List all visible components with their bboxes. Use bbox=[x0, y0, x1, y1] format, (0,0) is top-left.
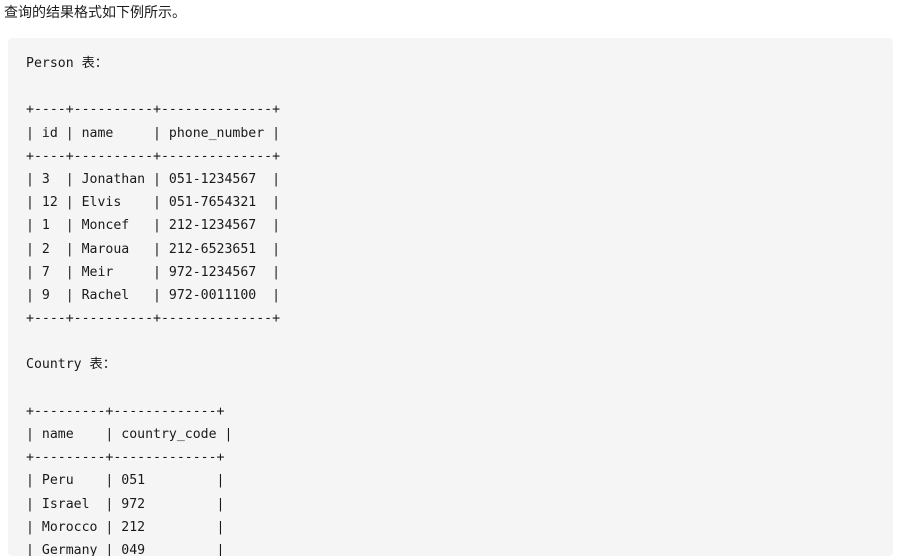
table-row: | 3 | Jonathan | 051-1234567 | bbox=[26, 171, 281, 187]
code-line-blank-3 bbox=[26, 377, 893, 400]
table-row: | 12 | Elvis | 051-7654321 | bbox=[26, 195, 281, 211]
table-row: | 1 | Moncef | 212-1234567 | bbox=[26, 218, 281, 234]
table-row: | Israel | 972 | bbox=[26, 496, 225, 512]
code-line-blank-1 bbox=[26, 75, 893, 98]
code-line-country-title: Country 表： bbox=[26, 357, 116, 373]
code-line-country-header: | name | country_code | bbox=[26, 427, 233, 442]
table-row: | 7 | Meir | 972-1234567 | bbox=[26, 264, 281, 280]
code-block: Person 表： +----+----------+--------------… bbox=[8, 38, 893, 556]
code-line-person-sep-bottom: +----+----------+--------------+ bbox=[26, 311, 281, 327]
code-line-blank-2 bbox=[26, 330, 893, 353]
code-line-country-sep-mid: +---------+-------------+ bbox=[26, 450, 225, 466]
code-line-person-header: | id | name | phone_number | bbox=[26, 125, 281, 141]
table-row: | Germany | 049 | bbox=[26, 542, 225, 556]
code-line-country-sep-top: +---------+-------------+ bbox=[26, 403, 225, 419]
table-row: | Peru | 051 | bbox=[26, 473, 225, 489]
code-line-person-sep-mid: +----+----------+--------------+ bbox=[26, 148, 281, 164]
table-row: | Morocco | 212 | bbox=[26, 519, 225, 535]
code-line-person-sep-top: +----+----------+--------------+ bbox=[26, 102, 281, 118]
intro-paragraph: 查询的结果格式如下例所示。 bbox=[4, 4, 186, 20]
code-line-person-title: Person 表： bbox=[26, 56, 108, 71]
table-row: | 2 | Maroua | 212-6523651 | bbox=[26, 241, 281, 257]
ascii-tables-pre: Person 表： +----+----------+--------------… bbox=[26, 52, 893, 556]
page-root: 查询的结果格式如下例所示。 Person 表： +----+----------+… bbox=[0, 0, 908, 556]
table-row: | 9 | Rachel | 972-0011100 | bbox=[26, 287, 281, 303]
